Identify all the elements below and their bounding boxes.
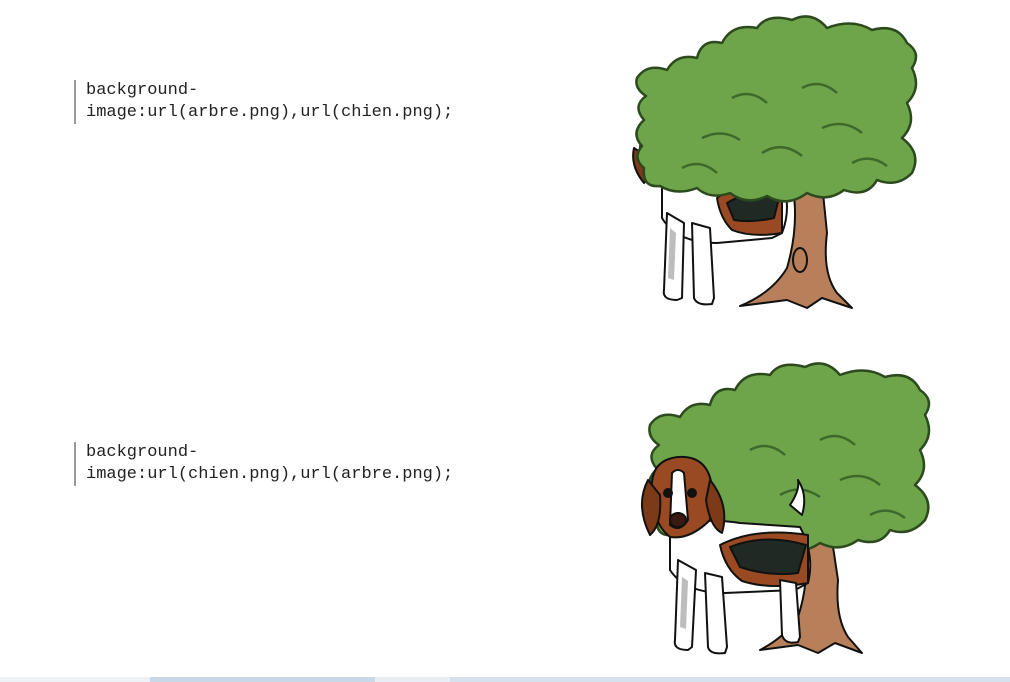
dog-in-front-of-tree-icon (641, 362, 931, 655)
code-line: image:url(arbre.png),url(chien.png); (86, 103, 454, 122)
code-snippet-tree-first: background- image:url(arbre.png),url(chi… (74, 80, 453, 124)
scrollbar-segment (450, 677, 1010, 682)
scrollbar-segment (0, 677, 150, 682)
tree-foliage-icon (635, 15, 918, 203)
scrollbar-track[interactable] (0, 677, 1010, 682)
scrollbar-thumb[interactable] (150, 677, 375, 682)
code-line: background- (86, 443, 199, 462)
code-snippet-dog-first: background- image:url(chien.png),url(arb… (74, 442, 453, 486)
scrollbar-segment (375, 677, 450, 682)
code-line: image:url(chien.png),url(arbre.png); (86, 465, 454, 484)
code-line: background- (86, 81, 199, 100)
tree-in-front-of-dog-icon (632, 15, 918, 309)
